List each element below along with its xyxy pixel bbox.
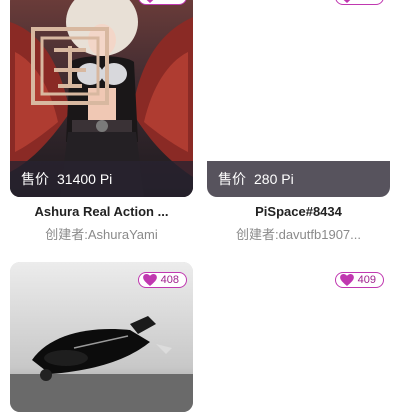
like-badge[interactable]: 344 (137, 0, 187, 5)
nft-card[interactable]: 409 (207, 262, 390, 412)
like-count: 344 (161, 0, 179, 3)
price-value: 31400 Pi (57, 171, 113, 187)
price-bar: 售价 31400 Pi (10, 161, 193, 197)
nft-thumbnail[interactable]: 344 售价 31400 Pi (10, 0, 193, 197)
nft-title[interactable]: Ashura Real Action ... (10, 204, 193, 219)
nft-creator[interactable]: 创建者:davutfb1907... (207, 224, 390, 243)
nft-thumbnail[interactable]: 851 售价 280 Pi (207, 0, 390, 197)
price-label: 售价 (21, 171, 49, 187)
nft-thumbnail[interactable]: 408 (10, 262, 193, 412)
nft-title[interactable]: PiSpace#8434 (207, 204, 390, 219)
price-label: 售价 (218, 171, 246, 187)
nft-card[interactable]: 851 售价 280 Pi PiSpace#8434 创建者:davutfb19… (207, 0, 390, 245)
like-badge[interactable]: 851 (334, 0, 384, 5)
heart-icon (142, 274, 157, 286)
price-value: 280 Pi (254, 171, 294, 187)
seal-watermark (31, 27, 109, 105)
nft-thumbnail[interactable]: 409 (207, 262, 390, 412)
like-count: 408 (160, 274, 179, 286)
price-bar: 售价 280 Pi (207, 161, 390, 197)
like-count: 409 (357, 274, 376, 286)
nft-creator[interactable]: 创建者:AshuraYami (10, 224, 193, 243)
heart-icon (339, 274, 354, 286)
nft-card[interactable]: 408 (10, 262, 193, 412)
like-count: 851 (358, 0, 376, 3)
heart-icon (343, 0, 350, 3)
nft-card[interactable]: 344 售价 31400 Pi Ashura Real Action ... 创… (10, 0, 193, 245)
like-badge[interactable]: 408 (137, 272, 187, 288)
like-badge[interactable]: 409 (334, 272, 384, 288)
heart-icon (146, 0, 153, 3)
